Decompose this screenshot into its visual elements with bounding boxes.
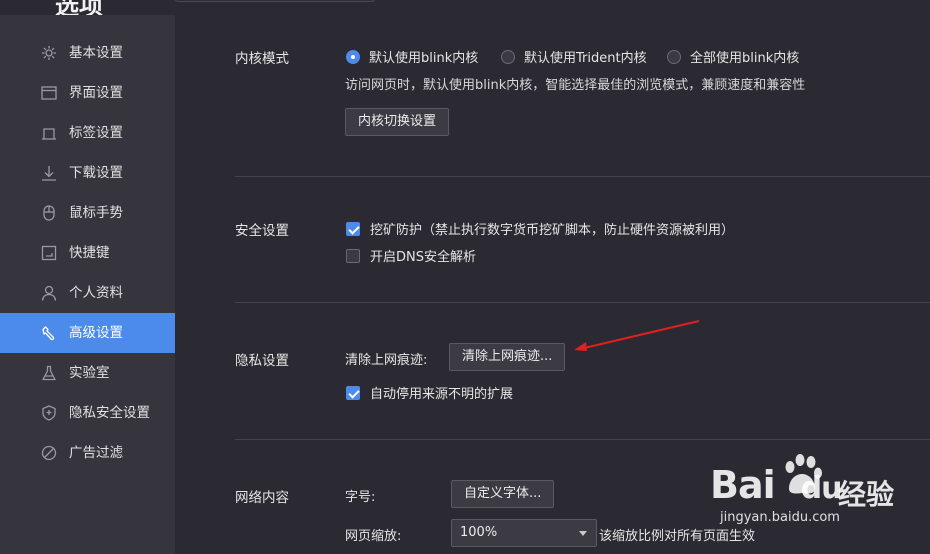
privacy-section-title: 隐私设置 xyxy=(235,353,289,369)
baidu-watermark: Bai du 经验 jingyan.baidu.com xyxy=(710,454,925,550)
radio-indicator xyxy=(346,49,360,64)
watermark-url: jingyan.baidu.com xyxy=(720,510,840,525)
sidebar-item-label: 高级设置 xyxy=(69,325,123,341)
sidebar-item-label: 下载设置 xyxy=(69,165,123,181)
sidebar-item-tabs[interactable]: 标签设置 xyxy=(0,113,175,153)
kernel-description: 访问网页时，默认使用blink内核，智能选择最佳的浏览模式，兼顾速度和兼容性 xyxy=(345,78,806,93)
chevron-down-icon xyxy=(579,531,587,536)
sidebar-item-label: 隐私安全设置 xyxy=(69,405,150,421)
sidebar-item-lab[interactable]: 实验室 xyxy=(0,353,175,393)
radio-trident-default[interactable]: 默认使用Trident内核 xyxy=(501,47,647,66)
font-size-label: 字号: xyxy=(345,490,376,505)
person-icon xyxy=(40,284,58,302)
radio-indicator xyxy=(501,49,515,64)
mining-protection-checkbox[interactable]: 挖矿防护（禁止执行数字货币挖矿脚本，防止硬件资源被利用） xyxy=(346,219,734,238)
sidebar-item-label: 界面设置 xyxy=(69,85,123,101)
security-section-title: 安全设置 xyxy=(235,223,289,239)
sidebar-item-label: 基本设置 xyxy=(69,45,123,61)
radio-blink-all[interactable]: 全部使用blink内核 xyxy=(667,47,799,66)
checkbox-label: 开启DNS安全解析 xyxy=(370,250,476,265)
sidebar-item-mouse-gesture[interactable]: 鼠标手势 xyxy=(0,193,175,233)
sidebar-item-advanced[interactable]: 高级设置 xyxy=(0,313,175,353)
radio-indicator xyxy=(667,49,681,64)
page-zoom-value: 100% xyxy=(460,525,498,540)
radio-label: 默认使用blink内核 xyxy=(369,51,479,66)
sidebar-item-label: 快捷键 xyxy=(69,245,110,261)
sidebar-item-label: 鼠标手势 xyxy=(69,205,123,221)
download-icon xyxy=(40,164,58,182)
mouse-icon xyxy=(40,204,58,222)
top-bar: 选项 xyxy=(0,0,930,20)
shortcut-icon xyxy=(40,244,58,262)
auto-disable-extension-checkbox[interactable]: 自动停用来源不明的扩展 xyxy=(346,383,513,402)
network-section-title: 网络内容 xyxy=(235,490,289,506)
dns-security-checkbox[interactable]: 开启DNS安全解析 xyxy=(346,246,476,265)
radio-label: 默认使用Trident内核 xyxy=(524,51,647,66)
radio-label: 全部使用blink内核 xyxy=(690,51,800,66)
sidebar-item-privacy-security[interactable]: 隐私安全设置 xyxy=(0,393,175,433)
checkbox-label: 挖矿防护（禁止执行数字货币挖矿脚本，防止硬件资源被利用） xyxy=(370,223,735,238)
watermark-brand-cn: 经验 xyxy=(838,478,895,511)
sidebar-item-label: 实验室 xyxy=(69,365,110,381)
sidebar-item-ad-filter[interactable]: 广告过滤 xyxy=(0,433,175,473)
checkbox-indicator xyxy=(346,248,360,263)
sidebar-item-label: 个人资料 xyxy=(69,285,123,301)
shield-icon xyxy=(40,404,58,422)
wrench-icon xyxy=(40,324,58,342)
flask-icon xyxy=(40,364,58,382)
sidebar-item-interface[interactable]: 界面设置 xyxy=(0,73,175,113)
kernel-switch-button[interactable]: 内核切换设置 xyxy=(345,108,450,136)
sidebar: 基本设置 界面设置 标签设置 下载设置 鼠标手势 快捷键 个人资料 高级设置 实… xyxy=(0,15,175,554)
annotation-arrow xyxy=(574,320,700,351)
watermark-brand-text: Bai xyxy=(710,463,776,507)
clear-history-button[interactable]: 清除上网痕迹... xyxy=(449,343,566,371)
radio-blink-default[interactable]: 默认使用blink内核 xyxy=(346,47,478,66)
page-zoom-select[interactable]: 100% xyxy=(451,519,597,547)
page-zoom-label: 网页缩放: xyxy=(345,529,402,544)
custom-font-button[interactable]: 自定义字体... xyxy=(451,480,555,508)
divider xyxy=(235,176,930,177)
tab-icon xyxy=(40,124,58,142)
paw-icon xyxy=(785,454,822,494)
sidebar-item-label: 广告过滤 xyxy=(69,445,123,461)
checkbox-indicator xyxy=(346,221,360,236)
sidebar-item-label: 标签设置 xyxy=(69,125,123,141)
sidebar-item-download[interactable]: 下载设置 xyxy=(0,153,175,193)
divider xyxy=(235,439,930,440)
checkbox-label: 自动停用来源不明的扩展 xyxy=(370,387,514,402)
sidebar-item-profile[interactable]: 个人资料 xyxy=(0,273,175,313)
checkbox-indicator xyxy=(346,385,360,400)
gear-icon xyxy=(40,44,58,62)
divider xyxy=(235,302,930,303)
block-icon xyxy=(40,444,58,462)
sidebar-item-shortcut[interactable]: 快捷键 xyxy=(0,233,175,273)
kernel-section-title: 内核模式 xyxy=(235,51,289,67)
window-icon xyxy=(40,84,58,102)
clear-history-label: 清除上网痕迹: xyxy=(345,353,428,368)
search-input[interactable] xyxy=(175,0,375,2)
sidebar-item-basic[interactable]: 基本设置 xyxy=(0,33,175,73)
